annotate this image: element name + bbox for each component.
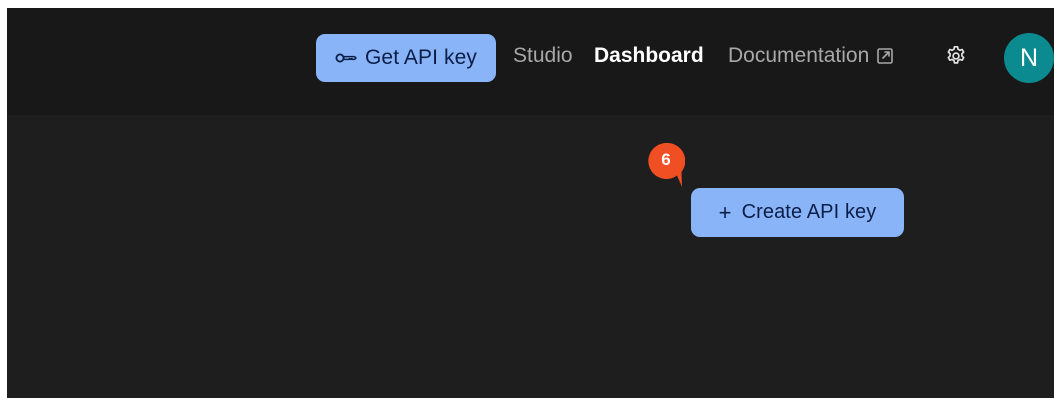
settings-button[interactable] (944, 45, 968, 72)
key-icon (335, 51, 357, 65)
get-api-key-label: Get API key (365, 46, 477, 69)
step-marker-number: 6 (661, 150, 671, 169)
external-link-icon (876, 47, 894, 65)
get-api-key-button[interactable]: Get API key (316, 34, 496, 82)
create-api-key-label: Create API key (741, 201, 877, 223)
plus-icon: + (718, 199, 732, 225)
nav-link-dashboard[interactable]: Dashboard (594, 44, 704, 68)
avatar-initial: N (1019, 43, 1039, 72)
avatar[interactable]: N (1004, 33, 1054, 83)
nav-link-documentation[interactable]: Documentation (728, 44, 894, 68)
top-navigation-bar: Get API key Studio Dashboard Documentati… (7, 8, 1054, 115)
app-window: Get API key Studio Dashboard Documentati… (7, 8, 1054, 398)
gear-icon (945, 45, 967, 72)
nav-link-documentation-label: Documentation (728, 44, 870, 67)
create-api-key-button[interactable]: + Create API key (691, 188, 904, 237)
nav-link-studio[interactable]: Studio (513, 44, 573, 68)
